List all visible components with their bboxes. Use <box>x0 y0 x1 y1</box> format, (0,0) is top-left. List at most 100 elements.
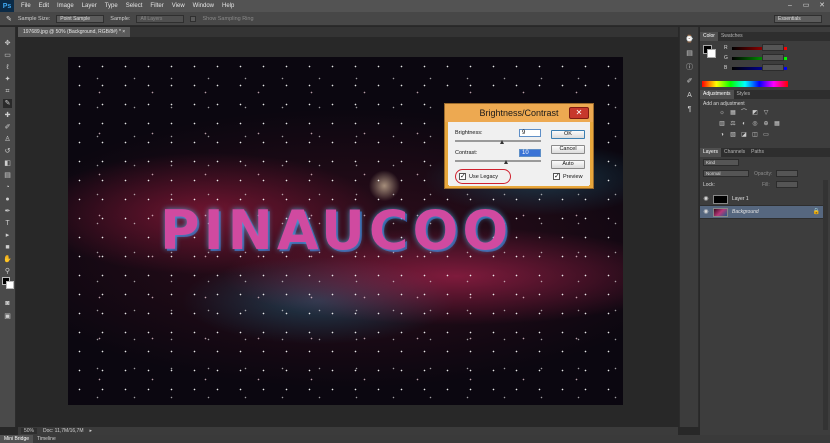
brightness-slider-thumb[interactable] <box>500 140 504 144</box>
menu-file[interactable]: File <box>17 0 35 12</box>
background-color-swatch[interactable] <box>6 281 14 289</box>
fill-field[interactable] <box>776 181 798 188</box>
screen-mode-icon[interactable]: ▣ <box>3 312 12 321</box>
preview-checkbox[interactable]: ✓ <box>553 173 560 180</box>
tab-styles[interactable]: Styles <box>734 90 754 99</box>
cancel-button[interactable]: Cancel <box>551 145 585 154</box>
contrast-slider[interactable] <box>455 160 541 162</box>
photo-filter-adjust-icon[interactable]: ◎ <box>751 120 759 128</box>
menu-type[interactable]: Type <box>101 0 122 12</box>
quick-mask-icon[interactable]: ◙ <box>3 299 12 308</box>
opacity-field[interactable] <box>776 170 798 177</box>
brush-preset-icon[interactable]: ✐ <box>685 77 694 86</box>
tab-swatches[interactable]: Swatches <box>718 32 746 41</box>
menu-select[interactable]: Select <box>122 0 147 12</box>
panel-scrollbar[interactable] <box>823 180 828 430</box>
hue-adjust-icon[interactable]: ▥ <box>718 120 726 128</box>
document-tab[interactable]: 197689.jpg @ 50% (Background, RGB/8#) * … <box>18 27 131 37</box>
green-value-field[interactable] <box>762 54 784 61</box>
vibrance-adjust-icon[interactable]: ▽ <box>762 109 770 117</box>
menu-layer[interactable]: Layer <box>78 0 101 12</box>
minimize-button[interactable]: – <box>782 0 798 12</box>
blend-mode-select[interactable]: Normal <box>703 170 749 177</box>
auto-button[interactable]: Auto <box>551 160 585 169</box>
menu-image[interactable]: Image <box>53 0 78 12</box>
quick-select-tool-icon[interactable]: ✦ <box>3 75 12 84</box>
status-arrow-icon[interactable]: ▸ <box>90 428 93 434</box>
layer-name[interactable]: Background <box>732 209 759 215</box>
tab-color[interactable]: Color <box>700 32 718 41</box>
zoom-level[interactable]: 50% <box>21 428 38 434</box>
eyedropper-tool-icon[interactable]: ✎ <box>3 99 12 108</box>
brush-tool-icon[interactable]: ✐ <box>3 123 12 132</box>
hand-tool-icon[interactable]: ✋ <box>3 255 12 264</box>
crop-tool-icon[interactable]: ⌗ <box>3 87 12 96</box>
show-ring-checkbox[interactable] <box>190 15 197 22</box>
visibility-eye-icon[interactable]: ◉ <box>702 195 710 203</box>
threshold-adjust-icon[interactable]: ◪ <box>740 131 748 139</box>
gradient-tool-icon[interactable]: ▤ <box>3 171 12 180</box>
tab-mini-bridge[interactable]: Mini Bridge <box>0 435 34 443</box>
lasso-tool-icon[interactable]: ℓ <box>3 63 12 72</box>
posterize-adjust-icon[interactable]: ▧ <box>729 131 737 139</box>
layer-row[interactable]: ◉ Background 🔒 <box>700 206 825 219</box>
curves-adjust-icon[interactable]: ⌒ <box>740 109 748 117</box>
color-bg-swatch[interactable] <box>707 49 716 58</box>
levels-adjust-icon[interactable]: ▦ <box>729 109 737 117</box>
bw-adjust-icon[interactable]: ◐ <box>740 120 748 128</box>
menu-view[interactable]: View <box>168 0 189 12</box>
path-select-tool-icon[interactable]: ▸ <box>3 231 12 240</box>
move-tool-icon[interactable]: ✥ <box>3 39 12 48</box>
contrast-slider-thumb[interactable] <box>504 160 508 164</box>
brightness-slider[interactable] <box>455 140 541 142</box>
invert-adjust-icon[interactable]: ◑ <box>718 131 726 139</box>
type-tool-icon[interactable]: T <box>3 219 12 228</box>
blue-value-field[interactable] <box>762 64 784 71</box>
exposure-adjust-icon[interactable]: ◩ <box>751 109 759 117</box>
shape-tool-icon[interactable]: ■ <box>3 243 12 252</box>
color-ramp[interactable] <box>702 81 788 87</box>
dialog-close-button[interactable]: ✕ <box>569 107 589 119</box>
brightness-input[interactable]: 9 <box>519 129 541 137</box>
tab-layers[interactable]: Layers <box>700 148 722 157</box>
tab-adjustments[interactable]: Adjustments <box>700 90 734 99</box>
selective-color-adjust-icon[interactable]: ◫ <box>751 131 759 139</box>
marquee-tool-icon[interactable]: ▭ <box>3 51 12 60</box>
eraser-tool-icon[interactable]: ◧ <box>3 159 12 168</box>
color-lookup-adjust-icon[interactable]: ▦ <box>773 120 781 128</box>
properties-icon[interactable]: ▤ <box>685 49 694 58</box>
layer-filter-kind[interactable]: Kind <box>703 159 739 166</box>
layer-row[interactable]: ◉ Layer 1 <box>700 193 825 206</box>
pen-tool-icon[interactable]: ✒ <box>3 207 12 216</box>
info-icon[interactable]: ⓘ <box>685 63 694 72</box>
contrast-input[interactable]: 10 <box>519 149 541 157</box>
history-icon[interactable]: ⌚ <box>685 35 694 44</box>
tab-paths[interactable]: Paths <box>748 148 767 157</box>
tab-timeline[interactable]: Timeline <box>33 435 60 443</box>
maximize-button[interactable]: ▭ <box>798 0 814 12</box>
red-value-field[interactable] <box>762 44 784 51</box>
channel-mixer-adjust-icon[interactable]: ⊕ <box>762 120 770 128</box>
layer-name[interactable]: Layer 1 <box>732 196 749 202</box>
menu-filter[interactable]: Filter <box>146 0 167 12</box>
menu-help[interactable]: Help <box>218 0 238 12</box>
character-icon[interactable]: A <box>685 91 694 100</box>
paragraph-icon[interactable]: ¶ <box>685 105 694 114</box>
history-brush-tool-icon[interactable]: ↺ <box>3 147 12 156</box>
tab-channels[interactable]: Channels <box>721 148 748 157</box>
workspace-select[interactable]: Essentials <box>774 15 822 23</box>
healing-tool-icon[interactable]: ✚ <box>3 111 12 120</box>
sample-size-select[interactable]: Point Sample <box>56 14 105 23</box>
dodge-tool-icon[interactable]: ● <box>3 195 12 204</box>
visibility-eye-icon[interactable]: ◉ <box>702 208 710 216</box>
canvas-area[interactable]: PINAUCOO <box>18 37 678 427</box>
eyedropper-icon[interactable]: ✎ <box>6 15 12 23</box>
brightness-adjust-icon[interactable]: ☼ <box>718 109 726 117</box>
menu-window[interactable]: Window <box>189 0 218 12</box>
gradient-map-adjust-icon[interactable]: ▭ <box>762 131 770 139</box>
menu-edit[interactable]: Edit <box>35 0 53 12</box>
close-window-button[interactable]: ✕ <box>814 0 830 12</box>
clone-stamp-tool-icon[interactable]: ♙ <box>3 135 12 144</box>
color-balance-adjust-icon[interactable]: ⚖ <box>729 120 737 128</box>
zoom-tool-icon[interactable]: ⚲ <box>3 267 12 276</box>
